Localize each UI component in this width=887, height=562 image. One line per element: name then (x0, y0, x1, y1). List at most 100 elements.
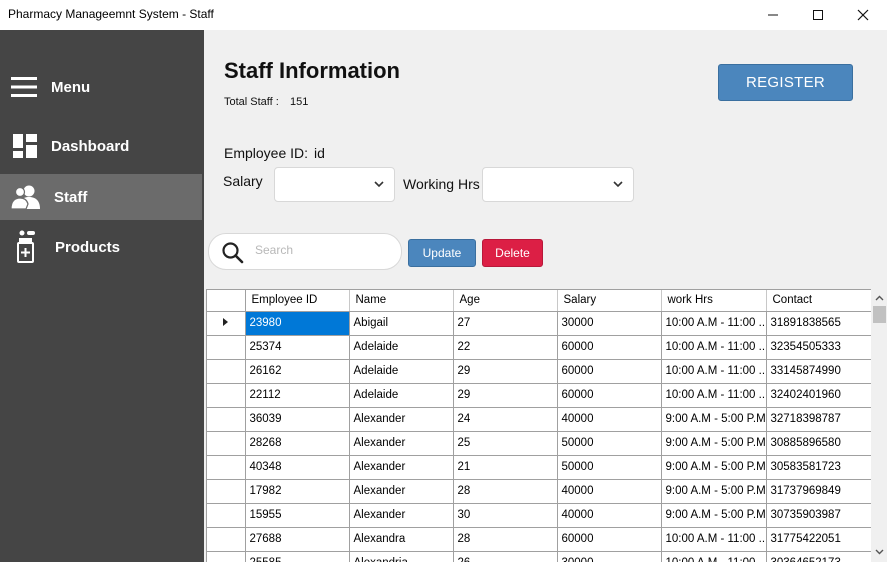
table-cell[interactable]: 40000 (557, 503, 662, 528)
table-cell[interactable]: 30583581723 (766, 455, 871, 480)
row-header[interactable] (207, 383, 246, 408)
table-row[interactable]: 36039 Alexander 24 40000 9:00 A.M - 5:00 P.M… (207, 407, 871, 432)
table-cell[interactable]: 25374 (245, 335, 350, 360)
row-header[interactable] (207, 407, 246, 432)
table-cell[interactable]: 22 (453, 335, 558, 360)
table-cell[interactable]: 27 (453, 311, 558, 336)
table-cell[interactable]: Alexandria (349, 551, 454, 562)
table-cell[interactable]: 29 (453, 383, 558, 408)
table-cell[interactable]: 60000 (557, 383, 662, 408)
table-cell[interactable]: 32402401960 (766, 383, 871, 408)
scroll-down-button[interactable] (871, 545, 887, 559)
delete-button[interactable]: Delete (482, 239, 543, 267)
table-cell[interactable]: 9:00 A.M - 5:00 P.M (661, 431, 767, 456)
table-cell[interactable]: 30735903987 (766, 503, 871, 528)
column-header[interactable]: Name (349, 290, 454, 312)
table-cell[interactable]: 31775422051 (766, 527, 871, 552)
row-header[interactable] (207, 311, 246, 336)
table-cell[interactable]: 24 (453, 407, 558, 432)
update-button[interactable]: Update (408, 239, 476, 267)
table-cell[interactable]: 30000 (557, 551, 662, 562)
table-cell[interactable]: 21 (453, 455, 558, 480)
sidebar-item-dashboard[interactable]: Dashboard (0, 123, 204, 169)
table-cell[interactable]: 25 (453, 431, 558, 456)
row-header[interactable] (207, 503, 246, 528)
table-cell[interactable]: 60000 (557, 335, 662, 360)
table-cell[interactable]: 36039 (245, 407, 350, 432)
table-cell[interactable]: 30364652173 (766, 551, 871, 562)
table-cell[interactable]: Adelaide (349, 335, 454, 360)
table-cell[interactable]: Alexandra (349, 527, 454, 552)
table-cell[interactable]: 60000 (557, 527, 662, 552)
table-row[interactable]: 23980 Abigail 27 30000 10:00 A.M - 11:00 ...… (207, 311, 871, 336)
minimize-button[interactable] (750, 0, 796, 30)
table-cell[interactable]: 30885896580 (766, 431, 871, 456)
table-cell[interactable]: Abigail (349, 311, 454, 336)
table-cell[interactable]: 10:00 A.M - 11:00 ... (661, 383, 767, 408)
table-cell[interactable]: 23980 (245, 311, 350, 336)
table-row[interactable]: 25374 Adelaide 22 60000 10:00 A.M - 11:00 ..… (207, 335, 871, 360)
table-cell[interactable]: 29 (453, 359, 558, 384)
table-cell[interactable]: 9:00 A.M - 5:00 P.M (661, 455, 767, 480)
table-row[interactable]: 40348 Alexander 21 50000 9:00 A.M - 5:00 P.M… (207, 455, 871, 480)
table-cell[interactable]: Adelaide (349, 359, 454, 384)
row-header[interactable] (207, 527, 246, 552)
table-cell[interactable]: 22112 (245, 383, 350, 408)
table-cell[interactable]: 28 (453, 527, 558, 552)
column-header[interactable]: work Hrs (661, 290, 767, 312)
salary-dropdown[interactable] (274, 167, 395, 202)
table-cell[interactable]: 26162 (245, 359, 350, 384)
table-cell[interactable]: 50000 (557, 455, 662, 480)
table-cell[interactable]: Alexander (349, 479, 454, 504)
table-cell[interactable]: 40000 (557, 479, 662, 504)
row-header[interactable] (207, 551, 246, 562)
table-cell[interactable]: 32354505333 (766, 335, 871, 360)
table-cell[interactable]: 40000 (557, 407, 662, 432)
sidebar-item-staff[interactable]: Staff (0, 174, 202, 220)
vertical-scrollbar[interactable] (871, 289, 887, 562)
row-header[interactable] (207, 335, 246, 360)
table-row[interactable]: 22112 Adelaide 29 60000 10:00 A.M - 11:00 ..… (207, 383, 871, 408)
table-cell[interactable]: Adelaide (349, 383, 454, 408)
table-cell[interactable]: 25585 (245, 551, 350, 562)
table-cell[interactable]: 30000 (557, 311, 662, 336)
table-row[interactable]: 26162 Adelaide 29 60000 10:00 A.M - 11:00 ..… (207, 359, 871, 384)
row-header[interactable] (207, 455, 246, 480)
table-cell[interactable]: Alexander (349, 431, 454, 456)
table-row[interactable]: 17982 Alexander 28 40000 9:00 A.M - 5:00 P.M… (207, 479, 871, 504)
table-cell[interactable]: Alexander (349, 407, 454, 432)
column-header[interactable]: Salary (557, 290, 662, 312)
table-cell[interactable]: 40348 (245, 455, 350, 480)
table-cell[interactable]: 9:00 A.M - 5:00 P.M (661, 407, 767, 432)
scroll-up-button[interactable] (871, 291, 887, 305)
column-header[interactable]: Contact (766, 290, 871, 312)
table-cell[interactable]: 50000 (557, 431, 662, 456)
table-cell[interactable]: 15955 (245, 503, 350, 528)
close-button[interactable] (840, 0, 886, 30)
sidebar-item-products[interactable]: Products (0, 224, 204, 270)
register-button[interactable]: REGISTER (718, 64, 853, 101)
table-cell[interactable]: 10:00 A.M - 11:00 ... (661, 551, 767, 562)
working-hrs-dropdown[interactable] (482, 167, 634, 202)
row-header[interactable] (207, 479, 246, 504)
table-cell[interactable]: 10:00 A.M - 11:00 ... (661, 527, 767, 552)
column-header[interactable]: Employee ID (245, 290, 350, 312)
table-cell[interactable]: 28 (453, 479, 558, 504)
search-box[interactable] (208, 233, 402, 270)
table-cell[interactable]: 33145874990 (766, 359, 871, 384)
table-cell[interactable]: 10:00 A.M - 11:00 ... (661, 335, 767, 360)
table-cell[interactable]: 27688 (245, 527, 350, 552)
table-row[interactable]: 27688 Alexandra 28 60000 10:00 A.M - 11:00 .… (207, 527, 871, 552)
staff-table[interactable]: Employee ID Name Age Salary work Hrs Con… (206, 289, 871, 562)
scroll-thumb[interactable] (873, 306, 886, 323)
table-cell[interactable]: Alexander (349, 503, 454, 528)
table-row[interactable]: 25585Alexandria263000010:00 A.M - 11:00 … (207, 551, 871, 562)
table-cell[interactable]: 60000 (557, 359, 662, 384)
table-cell[interactable]: 30 (453, 503, 558, 528)
table-cell[interactable]: 10:00 A.M - 11:00 ... (661, 311, 767, 336)
table-cell[interactable]: 9:00 A.M - 5:00 P.M (661, 503, 767, 528)
table-cell[interactable]: 17982 (245, 479, 350, 504)
table-cell[interactable]: Alexander (349, 455, 454, 480)
search-input[interactable] (255, 243, 390, 257)
table-row[interactable]: 28268 Alexander 25 50000 9:00 A.M - 5:00 P.M… (207, 431, 871, 456)
